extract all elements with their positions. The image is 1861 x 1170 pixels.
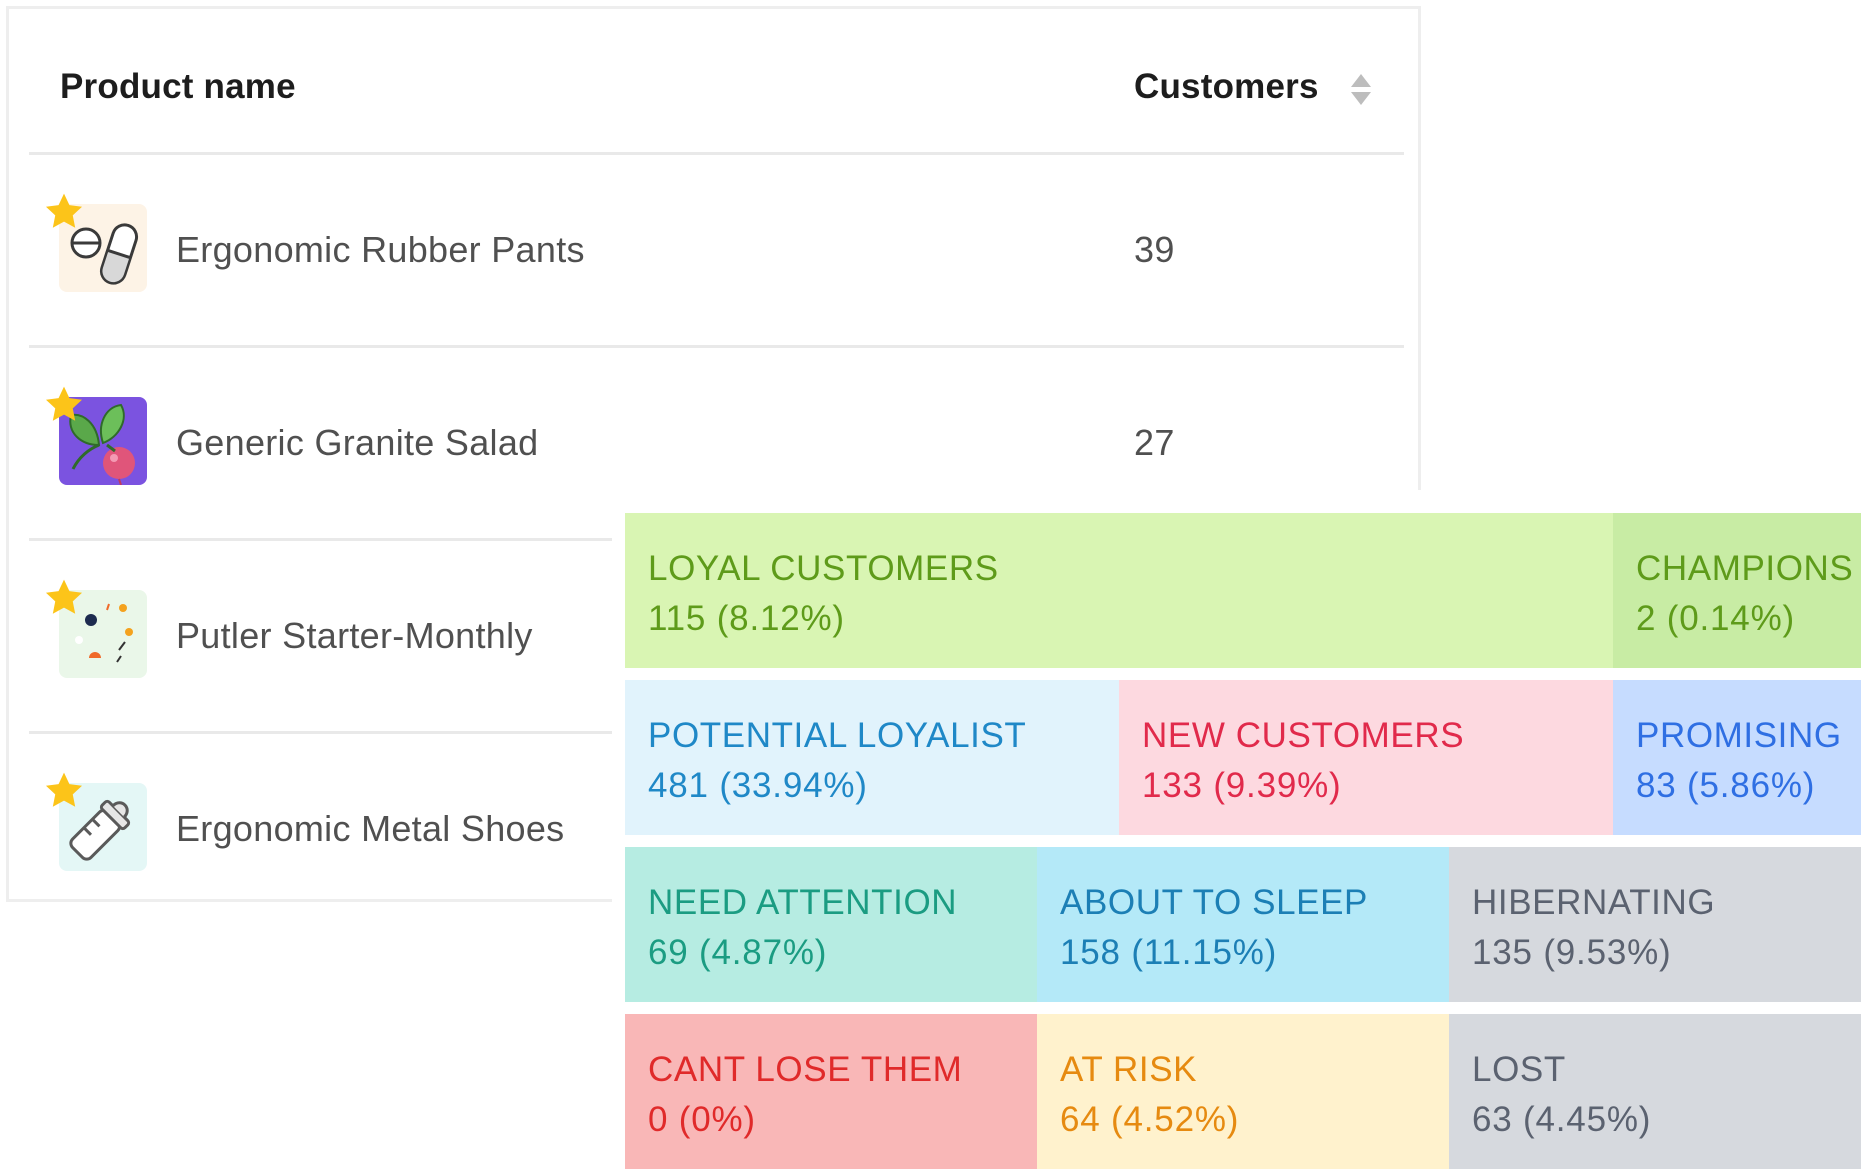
table-row[interactable]: Ergonomic Rubber Pants 39 [29,155,1404,348]
segment-potential-loyalist[interactable]: POTENTIAL LOYALIST 481 (33.94%) [625,680,1119,835]
segment-about-to-sleep[interactable]: ABOUT TO SLEEP 158 (11.15%) [1037,847,1449,1002]
column-header-customers[interactable]: Customers [1134,67,1319,107]
segment-name: POTENTIAL LOYALIST [648,716,1027,755]
product-name[interactable]: Ergonomic Rubber Pants [176,229,585,271]
segment-value: 115 (8.12%) [648,599,845,638]
segment-hibernating[interactable]: HIBERNATING 135 (9.53%) [1449,847,1861,1002]
segment-name: CANT LOSE THEM [648,1050,963,1089]
customer-segments-grid: LOYAL CUSTOMERS 115 (8.12%) CHAMPIONS 2 … [612,490,1861,1170]
segment-champions[interactable]: CHAMPIONS 2 (0.14%) [1613,513,1861,668]
segment-name: CHAMPIONS [1636,549,1854,588]
segment-value: 2 (0.14%) [1636,599,1795,638]
product-name[interactable]: Putler Starter-Monthly [176,615,533,657]
segment-value: 69 (4.87%) [648,933,828,972]
segment-value: 133 (9.39%) [1142,766,1342,805]
sort-icon[interactable] [1351,74,1373,110]
segment-name: ABOUT TO SLEEP [1060,883,1368,922]
star-icon [45,193,83,228]
segment-name: LOST [1472,1050,1566,1089]
table-header: Product name Customers [29,9,1404,155]
segment-value: 64 (4.52%) [1060,1100,1240,1139]
sort-descending-icon[interactable] [1351,92,1371,105]
segment-loyal-customers[interactable]: LOYAL CUSTOMERS 115 (8.12%) [625,513,1613,668]
segment-need-attention[interactable]: NEED ATTENTION 69 (4.87%) [625,847,1037,1002]
customer-count: 27 [1134,422,1175,463]
segment-name: PROMISING [1636,716,1842,755]
segment-promising[interactable]: PROMISING 83 (5.86%) [1613,680,1861,835]
segment-name: NEED ATTENTION [648,883,958,922]
segment-value: 481 (33.94%) [648,766,868,805]
customer-count: 39 [1134,229,1175,270]
column-header-product-name[interactable]: Product name [60,67,296,107]
segment-at-risk[interactable]: AT RISK 64 (4.52%) [1037,1014,1449,1169]
segment-lost[interactable]: LOST 63 (4.45%) [1449,1014,1861,1169]
segment-new-customers[interactable]: NEW CUSTOMERS 133 (9.39%) [1119,680,1613,835]
segment-value: 135 (9.53%) [1472,933,1672,972]
product-name[interactable]: Generic Granite Salad [176,422,539,464]
segment-value: 83 (5.86%) [1636,766,1816,805]
segment-name: HIBERNATING [1472,883,1716,922]
sort-ascending-icon[interactable] [1351,74,1371,87]
segment-value: 0 (0%) [648,1100,756,1139]
segment-value: 63 (4.45%) [1472,1100,1652,1139]
segment-name: AT RISK [1060,1050,1198,1089]
star-icon [45,579,83,614]
segment-name: LOYAL CUSTOMERS [648,549,999,588]
segment-name: NEW CUSTOMERS [1142,716,1465,755]
segment-value: 158 (11.15%) [1060,933,1278,972]
star-icon [45,772,83,807]
segment-cant-lose-them[interactable]: CANT LOSE THEM 0 (0%) [625,1014,1037,1169]
product-name[interactable]: Ergonomic Metal Shoes [176,808,564,850]
star-icon [45,386,83,421]
